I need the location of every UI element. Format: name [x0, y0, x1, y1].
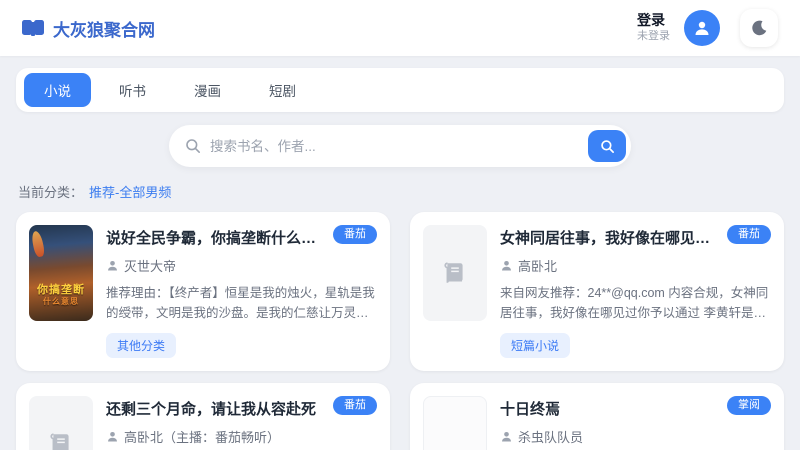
moon-icon [750, 19, 768, 37]
author-icon [106, 430, 119, 443]
author-name: 高卧北（主播：番茄畅听） [124, 430, 281, 445]
cover-title-text: 你搞垄断 [37, 284, 85, 297]
site-logo[interactable]: 大灰狼聚合网 [22, 16, 155, 41]
book-card[interactable]: 你搞垄断 什么意思 说好全民争霸，你搞垄断什么意思 番茄 灭世大帝 推荐理由：【… [16, 212, 390, 371]
current-category-row: 当前分类： 推荐-全部男频 [18, 182, 782, 201]
category-tag[interactable]: 其他分类 [106, 333, 177, 358]
book-card-grid: 你搞垄断 什么意思 说好全民争霸，你搞垄断什么意思 番茄 灭世大帝 推荐理由：【… [16, 212, 784, 450]
login-block[interactable]: 登录 未登录 [637, 12, 670, 43]
user-icon [692, 18, 712, 38]
source-badge: 番茄 [727, 225, 771, 244]
book-cover-placeholder[interactable] [423, 225, 487, 321]
book-title[interactable]: 还剩三个月命，请让我从容赴死 [106, 396, 323, 419]
tab-comic[interactable]: 漫画 [174, 73, 241, 107]
login-button[interactable]: 登录 [637, 12, 670, 30]
category-link[interactable]: 推荐-全部男频 [89, 182, 171, 201]
search-input[interactable] [210, 138, 588, 154]
main-content: 小说 听书 漫画 短剧 当前分类： [0, 56, 800, 450]
book-card[interactable]: 女神同居往事，我好像在哪见过你 番茄 高卧北 来自网友推荐：24**@qq.co… [410, 212, 784, 371]
site-title: 大灰狼聚合网 [53, 20, 155, 40]
cover-art-flame [30, 230, 46, 258]
book-description: 来自网友推荐：24**@qq.com 内容合规，女神同居往事，我好像在哪见过你予… [500, 286, 769, 320]
search-row [16, 125, 784, 167]
book-placeholder-icon [48, 431, 74, 450]
author-icon [500, 259, 513, 272]
book-placeholder-icon [442, 260, 468, 286]
login-status-text: 未登录 [637, 29, 670, 42]
book-title[interactable]: 十日终焉 [500, 396, 717, 419]
media-type-tabs: 小说 听书 漫画 短剧 [16, 68, 784, 112]
book-cover-image[interactable]: 你搞垄断 什么意思 [29, 225, 93, 321]
source-badge: 番茄 [333, 225, 377, 244]
author-name: 高卧北 [518, 259, 558, 274]
author-name: 灭世大帝 [124, 259, 177, 274]
source-badge: 掌阅 [727, 396, 771, 415]
author-icon [500, 430, 513, 443]
search-submit-icon [600, 139, 615, 154]
book-logo-icon [22, 19, 44, 37]
book-cover-placeholder[interactable] [423, 396, 487, 450]
search-icon [185, 138, 201, 154]
user-avatar[interactable] [684, 10, 720, 46]
book-title[interactable]: 女神同居往事，我好像在哪见过你 [500, 225, 717, 248]
category-label: 当前分类： [18, 185, 84, 200]
book-description: 推荐理由：【终产者】恒星是我的烛火，星轨是我的绶带，文明是我的沙盘。是我的仁慈让… [106, 286, 375, 320]
search-bar [169, 125, 631, 167]
tab-novel[interactable]: 小说 [24, 73, 91, 107]
source-badge: 番茄 [333, 396, 377, 415]
tab-short-drama[interactable]: 短剧 [249, 73, 316, 107]
author-name: 杀虫队队员 [518, 430, 584, 445]
book-cover-placeholder[interactable] [29, 396, 93, 450]
book-title[interactable]: 说好全民争霸，你搞垄断什么意思 [106, 225, 323, 248]
search-submit-button[interactable] [588, 130, 626, 162]
dark-mode-toggle[interactable] [740, 9, 778, 47]
book-card[interactable]: 还剩三个月命，请让我从容赴死 番茄 高卧北（主播：番茄畅听） 来自网友推荐：24… [16, 383, 390, 450]
cover-subtitle-text: 什么意思 [43, 297, 79, 307]
header: 大灰狼聚合网 登录 未登录 [0, 0, 800, 56]
tab-audiobook[interactable]: 听书 [99, 73, 166, 107]
book-card[interactable]: 十日终焉 掌阅 杀虫队队员 来自网友推荐：48**@qq.com 内容合规，十日… [410, 383, 784, 450]
author-icon [106, 259, 119, 272]
category-tag[interactable]: 短篇小说 [500, 333, 571, 358]
